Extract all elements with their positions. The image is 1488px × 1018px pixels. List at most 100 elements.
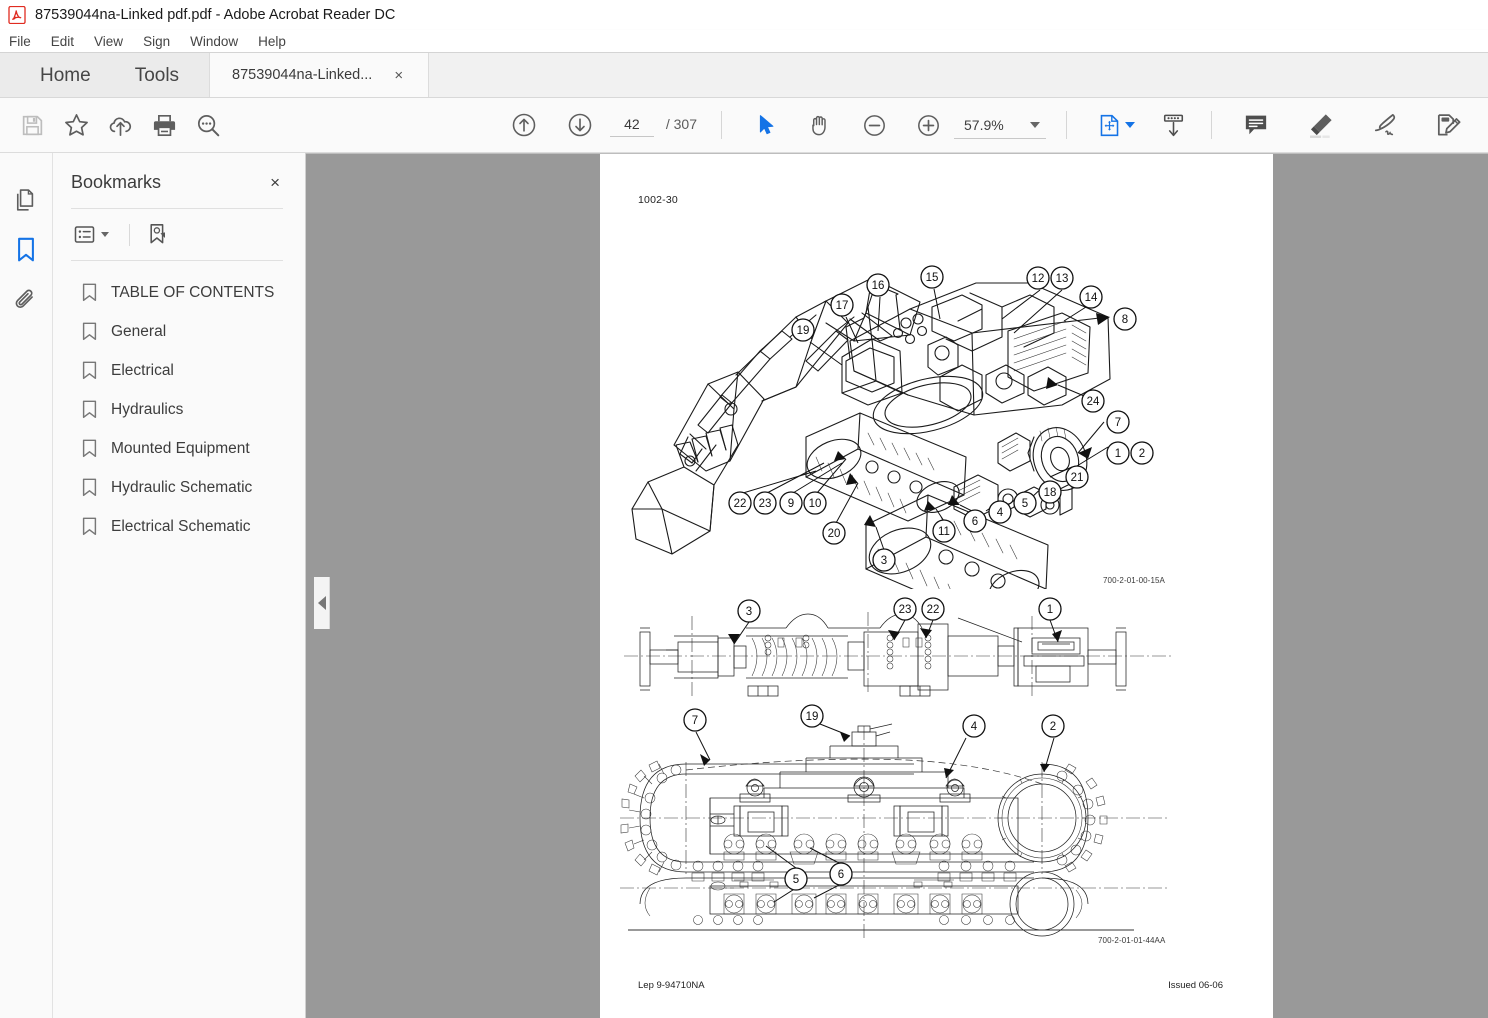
- svg-text:14: 14: [1085, 292, 1098, 304]
- svg-text:19: 19: [806, 711, 819, 723]
- panel-collapse-handle[interactable]: [314, 577, 330, 629]
- app-body: Bookmarks × TABLE OF CONTENTS General El…: [0, 153, 1488, 1018]
- bookmark-label: General: [111, 322, 167, 340]
- document-viewport[interactable]: 1002-30 19 17 16 15 12 13 14 8 24 7 1 2 …: [306, 153, 1488, 1018]
- zoom-level-select[interactable]: 57.9%: [954, 112, 1046, 139]
- toolbar-annotate-group: [1234, 103, 1488, 147]
- bookmark-item-general[interactable]: General: [53, 312, 305, 351]
- zoom-out-icon[interactable]: [852, 103, 896, 147]
- bookmark-icon: [82, 361, 97, 380]
- tab-document[interactable]: 87539044na-Linked... ×: [209, 53, 430, 97]
- main-toolbar: / 307 57.9%: [0, 98, 1488, 153]
- zoom-level-value: 57.9%: [964, 116, 1004, 133]
- page-thumbnails-icon[interactable]: [4, 175, 48, 225]
- svg-text:4: 4: [971, 721, 978, 733]
- bookmark-label: Mounted Equipment: [111, 439, 250, 457]
- svg-text:2: 2: [1139, 448, 1145, 460]
- svg-text:24: 24: [1087, 396, 1100, 408]
- tab-document-label: 87539044na-Linked...: [232, 67, 373, 83]
- toolbar-divider-2: [1066, 111, 1067, 139]
- menu-help[interactable]: Help: [258, 34, 297, 49]
- svg-text:19: 19: [797, 325, 810, 337]
- svg-text:3: 3: [746, 606, 752, 618]
- navigation-rail: [0, 153, 53, 1018]
- bookmark-item-mounted-equipment[interactable]: Mounted Equipment: [53, 429, 305, 468]
- svg-text:6: 6: [972, 516, 978, 528]
- svg-text:9: 9: [788, 498, 794, 510]
- svg-text:16: 16: [872, 280, 885, 292]
- bookmark-icon: [82, 283, 97, 302]
- toolbar-view-group: 57.9%: [744, 103, 1050, 147]
- bookmark-label: Electrical Schematic: [111, 517, 251, 535]
- menu-bar: File Edit View Sign Window Help: [0, 30, 1488, 53]
- svg-text:13: 13: [1056, 273, 1069, 285]
- hand-tool-icon[interactable]: [798, 103, 842, 147]
- bookmark-options-icon[interactable]: [71, 220, 115, 249]
- bookmark-item-table-of-contents[interactable]: TABLE OF CONTENTS: [53, 273, 305, 312]
- sign-icon[interactable]: [1362, 103, 1406, 147]
- svg-text:1: 1: [1115, 448, 1121, 460]
- page-down-icon[interactable]: [558, 103, 602, 147]
- svg-text:1: 1: [1047, 604, 1053, 616]
- star-icon[interactable]: [54, 103, 98, 147]
- highlight-icon[interactable]: [1298, 103, 1342, 147]
- bookmark-item-hydraulic-schematic[interactable]: Hydraulic Schematic: [53, 468, 305, 507]
- svg-text:6: 6: [838, 869, 844, 881]
- svg-text:23: 23: [759, 498, 772, 510]
- figure2-callouts: 3 23 22 1: [737, 597, 1062, 623]
- window-title-bar: 87539044na-Linked pdf.pdf - Adobe Acroba…: [0, 0, 1488, 30]
- select-tool-icon[interactable]: [744, 103, 788, 147]
- new-bookmark-icon[interactable]: [144, 219, 172, 250]
- print-icon[interactable]: [142, 103, 186, 147]
- bookmark-icon: [82, 322, 97, 341]
- cloud-upload-icon[interactable]: [98, 103, 142, 147]
- zoom-in-icon[interactable]: [906, 103, 950, 147]
- bookmark-item-hydraulics[interactable]: Hydraulics: [53, 390, 305, 429]
- svg-text:10: 10: [809, 498, 822, 510]
- page-number-input[interactable]: [609, 113, 654, 137]
- page-up-icon[interactable]: [502, 103, 546, 147]
- menu-sign[interactable]: Sign: [143, 34, 181, 49]
- fit-page-chevron-down-icon[interactable]: [1125, 122, 1135, 128]
- page-number-box: / 307: [609, 113, 697, 137]
- svg-text:5: 5: [1022, 498, 1028, 510]
- bookmark-item-electrical[interactable]: Electrical: [53, 351, 305, 390]
- tab-home[interactable]: Home: [18, 53, 113, 98]
- tab-strip: Home Tools 87539044na-Linked... ×: [0, 53, 1488, 98]
- pdf-page: 1002-30 19 17 16 15 12 13 14 8 24 7 1 2 …: [600, 154, 1273, 1018]
- menu-edit[interactable]: Edit: [51, 34, 85, 49]
- attachments-icon[interactable]: [4, 275, 48, 325]
- scroll-page-icon[interactable]: [1151, 103, 1195, 147]
- svg-text:8: 8: [1122, 314, 1128, 326]
- home-tools-group: Home Tools: [0, 53, 210, 98]
- bookmark-item-electrical-schematic[interactable]: Electrical Schematic: [53, 507, 305, 546]
- toolbar-divider-1: [721, 111, 722, 139]
- bookmark-icon: [82, 478, 97, 497]
- toolbar-page-nav-group: / 307: [502, 103, 703, 147]
- bookmarks-header: Bookmarks ×: [53, 153, 305, 194]
- close-icon[interactable]: ×: [390, 66, 407, 85]
- menu-window[interactable]: Window: [190, 34, 249, 49]
- search-icon[interactable]: [186, 103, 230, 147]
- page-footer-right: Issued 06-06: [1168, 980, 1223, 991]
- chevron-down-icon: [1030, 121, 1040, 128]
- svg-text:7: 7: [692, 715, 698, 727]
- bookmark-icon: [82, 517, 97, 536]
- figure-excavator-isometric: 19 17 16 15 12 13 14 8 24 7 1 2 21 18 5 …: [631, 265, 1154, 589]
- fill-and-sign-icon[interactable]: [1426, 103, 1470, 147]
- tab-strip-filler: [429, 53, 1488, 97]
- save-icon[interactable]: [10, 103, 54, 147]
- svg-text:3: 3: [881, 555, 887, 567]
- close-icon[interactable]: ×: [265, 171, 285, 194]
- svg-text:11: 11: [938, 526, 950, 538]
- menu-file[interactable]: File: [9, 34, 42, 49]
- svg-text:23: 23: [899, 604, 912, 616]
- comment-icon[interactable]: [1234, 103, 1278, 147]
- bookmarks-icon[interactable]: [4, 225, 48, 275]
- svg-text:18: 18: [1044, 487, 1057, 499]
- svg-text:4: 4: [997, 507, 1004, 519]
- menu-view[interactable]: View: [94, 34, 134, 49]
- tab-tools[interactable]: Tools: [113, 53, 201, 98]
- bookmarks-list: TABLE OF CONTENTS General Electrical Hyd…: [53, 261, 305, 546]
- svg-text:2: 2: [1050, 721, 1056, 733]
